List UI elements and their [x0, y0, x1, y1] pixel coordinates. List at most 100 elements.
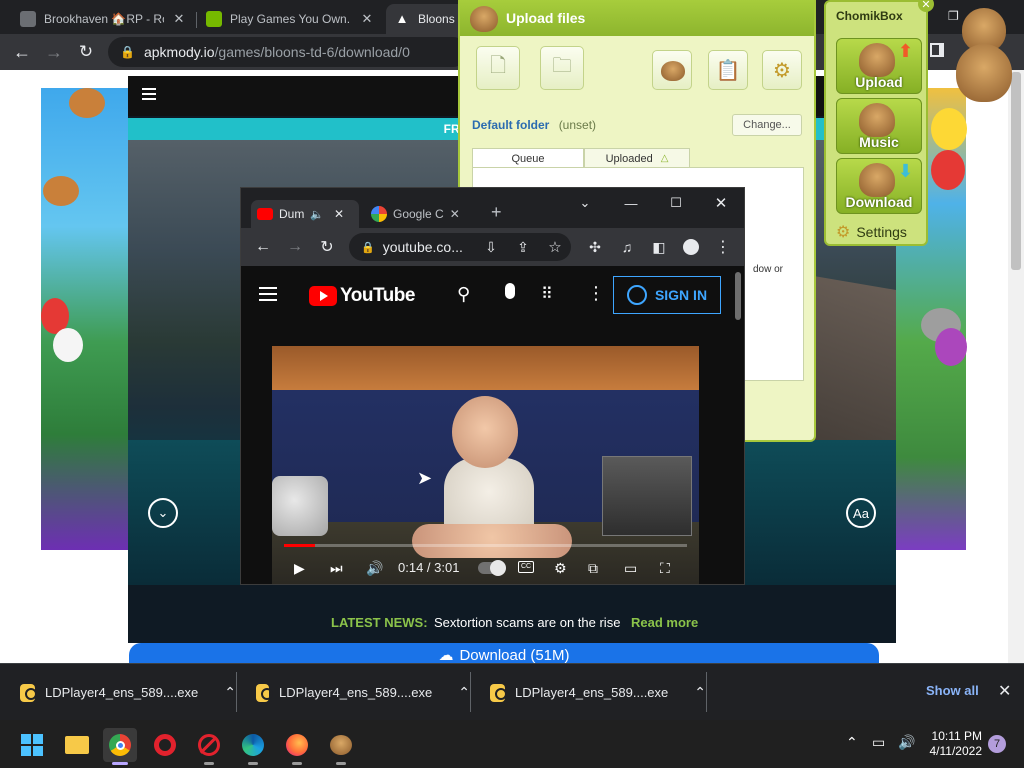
tab-uploaded[interactable]: Uploaded △ [584, 148, 690, 168]
play-icon[interactable]: ▶ [294, 556, 305, 580]
reload-icon[interactable]: ↻ [74, 40, 98, 64]
hamburger-menu-icon[interactable] [259, 287, 277, 301]
forward-arrow-icon[interactable]: → [285, 237, 305, 257]
youtube-browser-window: Dum 🔈 ✕ Google C ✕ + ⌄ — ☐ ✕ ← → ↻ 🔒 you… [240, 187, 745, 585]
video-player[interactable]: ➤ ▶ ⏭ 🔊 0:14 / 3:01 CC ⚙ ⧉ ▭ ⛶ [272, 346, 699, 584]
font-size-button[interactable]: Aa [846, 498, 876, 528]
close-tab-icon[interactable]: ✕ [334, 207, 344, 221]
chevron-up-icon[interactable]: ⌃ [458, 684, 470, 701]
yt-scrollbar[interactable] [733, 266, 743, 584]
download-item[interactable]: LDPlayer4_ens_589....exe ⌃ [470, 664, 706, 721]
settings-button[interactable]: ⚙ [762, 50, 802, 90]
tab-play-games[interactable]: Play Games You Own. I ✕ [198, 4, 382, 34]
yt-address-bar[interactable]: 🔒 youtube.co... [349, 233, 571, 261]
firefox-icon[interactable] [280, 728, 314, 765]
tab-youtube-video[interactable]: Dum 🔈 ✕ [251, 200, 359, 228]
close-icon[interactable]: ✕ [998, 681, 1011, 701]
chevron-up-icon[interactable]: ⌃ [694, 684, 706, 701]
extensions-puzzle-icon[interactable]: ✣ [585, 237, 605, 257]
no-entry-app-icon[interactable] [192, 728, 226, 765]
lock-icon: 🔒 [361, 241, 375, 254]
hamburger-menu-icon[interactable] [142, 88, 156, 100]
microphone-icon[interactable] [505, 283, 515, 299]
opera-icon[interactable] [148, 728, 182, 762]
chevron-down-icon[interactable]: ⌄ [148, 498, 178, 528]
side-panel-icon[interactable]: ◧ [649, 237, 669, 257]
network-icon[interactable]: ▭ [872, 734, 885, 751]
bookmark-star-icon[interactable]: ☆ [545, 237, 565, 257]
add-file-button[interactable]: 🗋 [476, 46, 520, 90]
add-folder-button[interactable]: 🗀 [540, 46, 584, 90]
next-video-icon[interactable]: ⏭ [330, 556, 343, 580]
kebab-menu-icon[interactable]: ⋮ [713, 237, 733, 257]
volume-icon[interactable]: 🔊 [366, 556, 383, 580]
tab-bloons[interactable]: ▲ Bloons [386, 4, 466, 34]
youtube-masthead: YouTube ⚲ ⠿ ⋮ SIGN IN [241, 266, 744, 324]
new-tab-button[interactable]: + [485, 198, 508, 226]
show-all-downloads-link[interactable]: Show all [926, 683, 979, 698]
fullscreen-icon[interactable]: ⛶ [660, 556, 670, 580]
chomik-button[interactable] [652, 50, 692, 90]
scrollbar-thumb[interactable] [735, 272, 741, 320]
google-icon [371, 206, 387, 222]
hamster-mascot-icon[interactable] [950, 4, 1020, 104]
kebab-menu-icon[interactable]: ⋮ [587, 283, 605, 304]
chomik-settings-button[interactable]: ⚙ Settings [836, 222, 907, 242]
apps-grid-icon[interactable]: ⠿ [541, 284, 553, 304]
volume-icon[interactable]: 🔊 [898, 734, 915, 751]
change-folder-button[interactable]: Change... [732, 114, 802, 136]
back-arrow-icon[interactable]: ← [10, 40, 34, 64]
close-tab-icon[interactable]: ✕ [172, 11, 186, 27]
gear-icon[interactable]: ⚙ [554, 556, 567, 580]
speaker-icon[interactable]: 🔈 [310, 208, 324, 221]
autoplay-toggle[interactable] [478, 560, 506, 576]
sign-in-button[interactable]: SIGN IN [613, 276, 721, 314]
chomik-music-button[interactable]: Music [836, 98, 922, 154]
chrome-icon[interactable] [103, 728, 137, 765]
upload-window-titlebar[interactable]: Upload files [460, 0, 814, 36]
video-frame-baby-legs [412, 524, 572, 558]
windows-start-icon[interactable] [15, 728, 49, 762]
close-window-icon[interactable]: ✕ [711, 194, 731, 212]
install-app-icon[interactable]: ⇩ [481, 237, 501, 257]
download-item[interactable]: LDPlayer4_ens_589....exe ⌃ [236, 664, 470, 721]
chevron-up-icon[interactable]: ⌃ [846, 734, 858, 751]
sidebar-toggle-icon[interactable] [930, 43, 944, 57]
captions-icon[interactable]: CC [518, 561, 534, 573]
reload-icon[interactable]: ↻ [317, 237, 337, 257]
edge-icon[interactable] [236, 728, 270, 765]
download-item[interactable]: LDPlayer4_ens_589....exe ⌃ [0, 664, 236, 721]
maximize-icon[interactable]: ☐ [666, 194, 686, 212]
forward-arrow-icon[interactable]: → [42, 40, 66, 64]
miniplayer-icon[interactable]: ⧉ [588, 556, 598, 580]
theater-mode-icon[interactable]: ▭ [624, 556, 637, 580]
minimize-icon[interactable]: — [621, 194, 641, 212]
video-progress-bar[interactable] [284, 544, 687, 547]
system-clock[interactable]: 10:11 PM 4/11/2022 [920, 729, 983, 759]
gear-icon: ⚙ [836, 224, 851, 241]
close-tab-icon[interactable]: ✕ [360, 11, 374, 27]
back-arrow-icon[interactable]: ← [253, 237, 273, 257]
address-bar[interactable]: 🔒 apkmody.io/games/bloons-td-6/download/… [108, 37, 468, 67]
tab-queue[interactable]: Queue [472, 148, 584, 168]
share-icon[interactable]: ⇪ [513, 237, 533, 257]
paste-button[interactable]: 📋 [708, 50, 748, 90]
chevron-up-icon[interactable]: ⌃ [224, 684, 236, 701]
tab-google[interactable]: Google C ✕ [365, 200, 469, 228]
download-button[interactable]: ☁ Download (51M) [129, 643, 879, 663]
close-tab-icon[interactable]: ✕ [450, 207, 460, 221]
ldplayer-icon[interactable] [324, 728, 358, 765]
youtube-logo[interactable]: YouTube [309, 285, 415, 307]
search-icon[interactable]: ⚲ [457, 284, 470, 305]
white-balloon [53, 328, 83, 362]
chomik-download-button[interactable]: ⬇ Download [836, 158, 922, 214]
page-scrollbar[interactable] [1008, 70, 1024, 663]
tab-brookhaven[interactable]: Brookhaven 🏠RP - Ro ✕ [12, 4, 194, 34]
notification-badge[interactable]: 7 [988, 735, 1006, 753]
tab-search-chevron-icon[interactable]: ⌄ [575, 194, 595, 212]
windows-taskbar: ⌃ ▭ 🔊 10:11 PM 4/11/2022 7 [0, 720, 1024, 768]
profile-avatar-icon[interactable] [681, 237, 701, 257]
file-explorer-icon[interactable] [60, 728, 94, 762]
media-controls-icon[interactable]: ♫ [617, 237, 637, 257]
chomik-upload-button[interactable]: ⬆ Upload [836, 38, 922, 94]
